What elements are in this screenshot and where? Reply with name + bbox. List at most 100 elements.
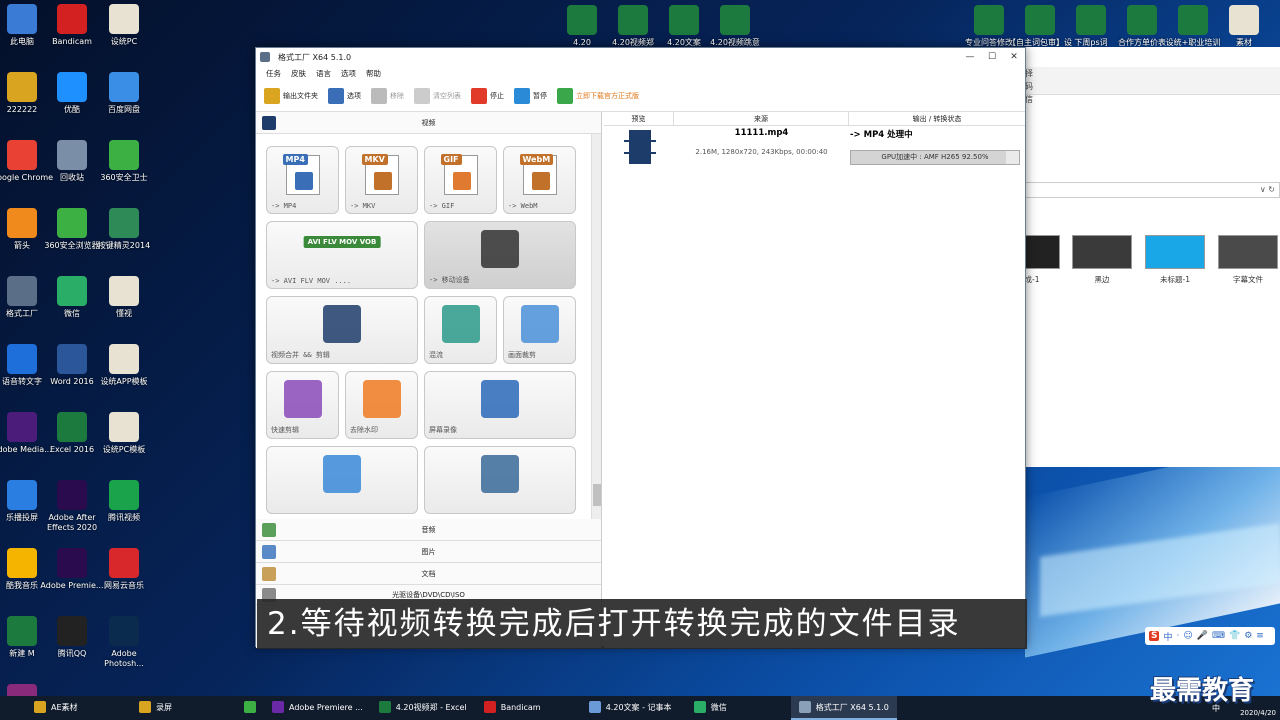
download-official-button[interactable]: 立即下载官方正式版 <box>557 87 639 104</box>
desktop-icon-label: 百度网盘 <box>108 105 140 114</box>
word-icon: word-icon <box>57 344 87 374</box>
microphone-icon[interactable]: 🎤 <box>1197 631 1208 641</box>
task-row[interactable]: 11111.mp4 2.16M, 1280x720, 243Kbps, 00:0… <box>604 126 1025 170</box>
category-image[interactable]: 图片 <box>256 541 601 563</box>
tile-to-mp4[interactable]: MP4 -> MP4 <box>266 146 339 214</box>
column-preview[interactable]: 预览 <box>604 112 674 125</box>
desktop-icon[interactable]: document-icon 懂视 <box>91 276 157 319</box>
chevron-down-icon[interactable]: ∨ <box>1260 185 1266 194</box>
tile-crop[interactable]: 画面裁剪 <box>503 296 576 364</box>
qq-icon: qq-icon <box>57 616 87 646</box>
title-bar[interactable]: 格式工厂 X64 5.1.0 — ☐ ✕ <box>256 48 1025 66</box>
menu-item-language[interactable]: 语言 <box>316 68 331 79</box>
scrollbar[interactable] <box>591 134 601 519</box>
menu-item-help[interactable]: 帮助 <box>366 68 381 79</box>
desktop-icon[interactable]: cloud-icon 百度网盘 <box>91 72 157 115</box>
taskbar-item-label: 4.20文案 - 记事本 <box>605 702 672 712</box>
stop-button[interactable]: 停止 <box>471 87 504 104</box>
category-audio[interactable]: 音频 <box>256 519 601 541</box>
folder-icon <box>34 701 46 713</box>
taskbar-item[interactable]: 录屏 <box>131 696 236 720</box>
column-source[interactable]: 来源 <box>674 112 849 125</box>
toolbar-label: 暂停 <box>533 91 547 100</box>
settings-icon[interactable]: ⚙ <box>1244 631 1252 641</box>
pause-button[interactable]: 暂停 <box>514 87 547 104</box>
remove-button[interactable]: 移除 <box>371 87 404 104</box>
taskbar-item[interactable] <box>236 696 264 720</box>
options-button[interactable]: 选项 <box>328 87 361 104</box>
ime-mode-label[interactable]: 中 <box>1163 630 1172 643</box>
excel-icon: excel-icon <box>1178 5 1208 35</box>
tile-to-avi-flv-mov[interactable]: AVI FLV MOV VOB -> AVI FLV MOV .... <box>266 221 418 289</box>
sogou-icon[interactable]: S <box>1149 631 1160 641</box>
category-label: 光驱设备\DVD\CD\ISO <box>392 590 465 599</box>
excel-icon: excel-icon <box>7 616 37 646</box>
tile-to-gif[interactable]: GIF -> GIF <box>424 146 497 214</box>
tile-quick-clip[interactable]: 快速剪辑 <box>266 371 339 439</box>
premiere-icon: premiere-icon <box>57 548 87 578</box>
menu-item-options[interactable]: 选项 <box>341 68 356 79</box>
clear-list-button[interactable]: 清空列表 <box>414 87 461 104</box>
tile-to-mkv[interactable]: MKV -> MKV <box>345 146 418 214</box>
desktop-icon[interactable]: photoshop-icon Adobe Photosh... <box>91 616 157 669</box>
desktop-icon-label: 360安全卫士 <box>100 173 148 182</box>
tile-screen-record[interactable]: 屏幕录像 <box>424 371 576 439</box>
thumbnail[interactable] <box>1218 235 1278 269</box>
taskbar-item[interactable]: Bandicam <box>476 696 581 720</box>
taskbar-item[interactable]: 格式工厂 X64 5.1.0 <box>790 696 897 720</box>
desktop-icon[interactable]: document-icon 设统PC <box>91 4 157 47</box>
tile-merge-clip[interactable]: 视频合并 && 剪辑 <box>266 296 418 364</box>
taskbar-item[interactable]: 4.20文案 - 记事本 <box>581 696 686 720</box>
desktop-icon[interactable]: netease-music-icon 网易云音乐 <box>91 548 157 591</box>
keyboard-icon[interactable]: ⌨ <box>1212 631 1225 641</box>
tile-remove-watermark[interactable]: 去除水印 <box>345 371 418 439</box>
desktop-icon[interactable]: document-icon 设统APP模板 <box>91 344 157 387</box>
excel-icon: excel-icon <box>720 5 750 35</box>
column-output-status[interactable]: 输出 / 转换状态 <box>849 112 1025 125</box>
side-label: 码 <box>1025 82 1033 91</box>
menu-item-task[interactable]: 任务 <box>266 68 281 79</box>
folder-icon: folder-icon <box>7 72 37 102</box>
desktop-icon[interactable]: excel-icon4.20视频跳意 <box>702 5 768 48</box>
folder-icon <box>139 701 151 713</box>
desktop-icon[interactable]: script-icon 按键精灵2014 <box>91 208 157 251</box>
close-button[interactable]: ✕ <box>1003 52 1025 62</box>
menu-item-skin[interactable]: 皮肤 <box>291 68 306 79</box>
category-label: 图片 <box>421 547 436 556</box>
menu-icon[interactable]: ≡ <box>1256 631 1264 641</box>
taskbar-item[interactable]: AE素材 <box>26 696 131 720</box>
desktop-icon[interactable]: document-icon 设统PC模板 <box>91 412 157 455</box>
tile-video-tool-2[interactable] <box>424 446 576 514</box>
tile-video-tool-1[interactable] <box>266 446 418 514</box>
thumbnail-caption: 未标题-1 <box>1160 275 1190 284</box>
tile-to-webm[interactable]: WebM -> WebM <box>503 146 576 214</box>
minimize-button[interactable]: — <box>959 52 981 62</box>
desktop-icon[interactable]: shield-icon 360安全卫士 <box>91 140 157 183</box>
thumbnail[interactable] <box>1072 235 1132 269</box>
thumbnail[interactable] <box>1025 235 1060 269</box>
emoji-icon[interactable]: ☺ <box>1183 631 1192 641</box>
tile-label: -> MKV <box>350 202 376 210</box>
refresh-icon[interactable]: ↻ <box>1268 185 1275 194</box>
desktop-icon[interactable]: document-icon素材 <box>1211 5 1277 48</box>
tile-label: 快速剪辑 <box>271 426 299 434</box>
tile-mobile-device[interactable]: -> 移动设备 <box>424 221 576 289</box>
tile-mux[interactable]: 混流 <box>424 296 497 364</box>
start-button[interactable] <box>0 696 26 720</box>
explorer-address-bar[interactable]: ∨ ↻ <box>1025 182 1280 198</box>
dot-icon[interactable]: · <box>1177 631 1180 641</box>
taskbar-item[interactable]: 微信 <box>686 696 791 720</box>
category-document[interactable]: 文档 <box>256 563 601 585</box>
output-folder-icon <box>264 87 280 104</box>
maximize-button[interactable]: ☐ <box>981 52 1003 62</box>
task-list: 预览 来源 输出 / 转换状态 11111.mp4 2.16M, 1280x72… <box>604 112 1025 648</box>
category-video[interactable]: 视频 <box>256 112 601 134</box>
skin-icon[interactable]: 👕 <box>1229 631 1240 641</box>
desktop-icon[interactable]: tencent-video-icon 腾讯视频 <box>91 480 157 523</box>
thumbnail[interactable] <box>1145 235 1205 269</box>
taskbar-item[interactable]: Adobe Premiere ... <box>264 696 371 720</box>
taskbar-item[interactable]: 4.20视频郑 - Excel <box>371 696 476 720</box>
output-folder-button[interactable]: 输出文件夹 <box>264 87 318 104</box>
scrollbar-thumb[interactable] <box>593 484 601 506</box>
ime-toolbar[interactable]: S 中 · ☺ 🎤 ⌨ 👕 ⚙ ≡ <box>1145 627 1275 645</box>
